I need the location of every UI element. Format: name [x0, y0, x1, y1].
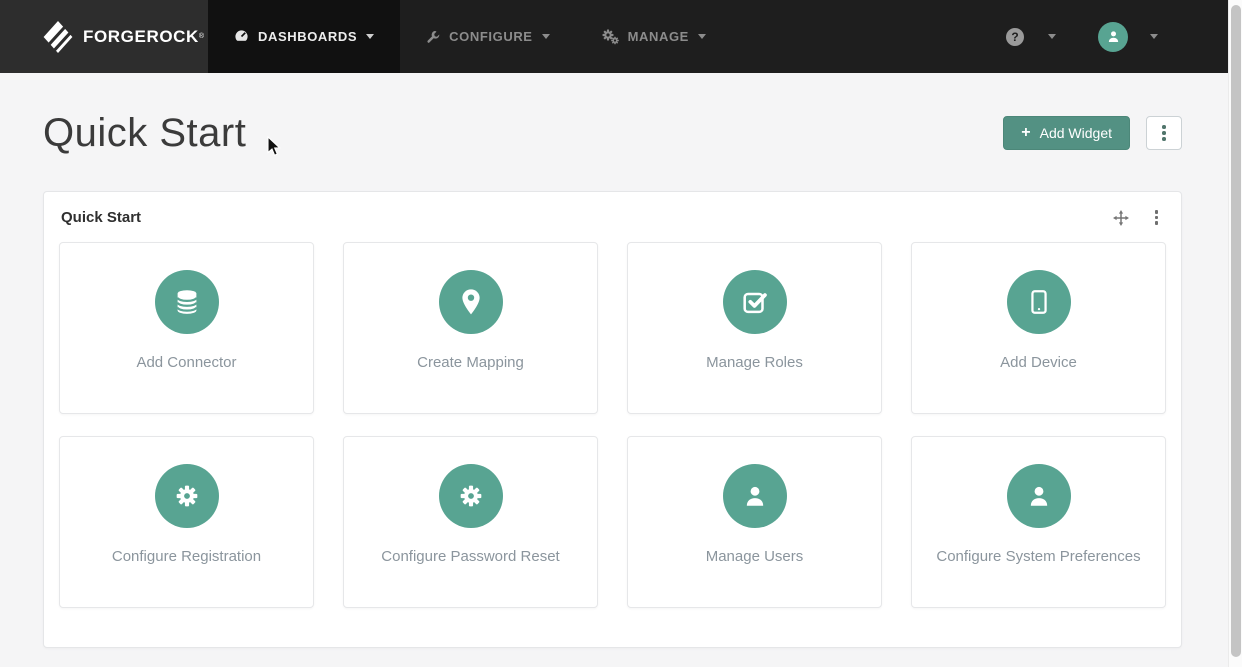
navbar-spacer: [732, 0, 1006, 73]
tile-label: Configure Registration: [112, 548, 261, 565]
tile-icon-circle: [723, 270, 787, 334]
wrench-icon: [426, 30, 440, 44]
widget-title: Quick Start: [61, 209, 141, 226]
check-square-icon: [740, 287, 770, 317]
tile-label: Manage Roles: [706, 354, 803, 371]
top-navbar: FORGEROCK ® DASHBOARDS CONFIGURE MANAGE: [0, 0, 1228, 73]
tile-add-device[interactable]: Add Device: [911, 242, 1166, 414]
chevron-down-icon: [542, 34, 550, 39]
quick-start-widget: Quick Start: [43, 191, 1182, 648]
add-widget-button[interactable]: + Add Widget: [1003, 116, 1130, 150]
arrows-move-icon: [1113, 210, 1129, 226]
tile-label: Configure Password Reset: [381, 548, 559, 565]
map-marker-icon: [456, 287, 486, 317]
tile-label: Manage Users: [706, 548, 804, 565]
forgerock-logo[interactable]: FORGEROCK ®: [0, 0, 208, 73]
nav-label: DASHBOARDS: [258, 29, 357, 44]
tile-label: Configure System Preferences: [936, 548, 1140, 565]
tile-icon-circle: [1007, 464, 1071, 528]
tile-icon-circle: [155, 464, 219, 528]
brand-name: FORGEROCK: [83, 27, 199, 47]
widget-header: Quick Start: [59, 192, 1166, 242]
cogs-icon: [602, 29, 619, 45]
brand-trademark: ®: [199, 32, 204, 42]
question-circle-icon[interactable]: ?: [1006, 28, 1024, 46]
user-menu[interactable]: [1098, 22, 1158, 52]
tablet-icon: [1024, 287, 1054, 317]
forgerock-logo-icon: [42, 20, 74, 54]
tile-configure-system-preferences[interactable]: Configure System Preferences: [911, 436, 1166, 608]
chevron-down-icon: [366, 34, 374, 39]
move-widget-handle[interactable]: [1113, 210, 1129, 226]
tile-manage-users[interactable]: Manage Users: [627, 436, 882, 608]
plus-icon: +: [1021, 125, 1030, 141]
tile-create-mapping[interactable]: Create Mapping: [343, 242, 598, 414]
chevron-down-icon: [698, 34, 706, 39]
gear-icon: [172, 481, 202, 511]
tachometer-icon: [234, 29, 249, 44]
kebab-icon: [1155, 210, 1158, 213]
help-menu[interactable]: ?: [1006, 28, 1056, 46]
tile-configure-password-reset[interactable]: Configure Password Reset: [343, 436, 598, 608]
quick-start-grid: Add Connector Create Mapping: [59, 242, 1166, 608]
tile-label: Create Mapping: [417, 354, 524, 371]
gear-icon: [456, 481, 486, 511]
database-icon: [172, 287, 202, 317]
tile-icon-circle: [723, 464, 787, 528]
nav-item-dashboards[interactable]: DASHBOARDS: [208, 0, 400, 73]
tile-add-connector[interactable]: Add Connector: [59, 242, 314, 414]
user-icon: [740, 481, 770, 511]
user-icon: [1105, 28, 1122, 45]
nav-item-manage[interactable]: MANAGE: [576, 0, 732, 73]
chevron-down-icon: [1150, 34, 1158, 39]
scrollbar: [1228, 0, 1242, 667]
tile-label: Add Connector: [136, 354, 236, 371]
tile-label: Add Device: [1000, 354, 1077, 371]
nav-item-configure[interactable]: CONFIGURE: [400, 0, 575, 73]
avatar[interactable]: [1098, 22, 1128, 52]
main-content: Quick Start + Add Widget Quick Start: [43, 73, 1182, 648]
nav-label: CONFIGURE: [449, 29, 532, 44]
user-icon: [1024, 481, 1054, 511]
tile-configure-registration[interactable]: Configure Registration: [59, 436, 314, 608]
tile-icon-circle: [439, 464, 503, 528]
tile-icon-circle: [439, 270, 503, 334]
tile-icon-circle: [155, 270, 219, 334]
tile-icon-circle: [1007, 270, 1071, 334]
kebab-icon: [1162, 125, 1166, 129]
page-title: Quick Start: [43, 111, 246, 156]
add-widget-label: Add Widget: [1040, 125, 1112, 141]
page-options-button[interactable]: [1146, 116, 1182, 150]
chevron-down-icon: [1048, 34, 1056, 39]
page-header: Quick Start + Add Widget: [43, 105, 1182, 161]
scrollbar-thumb[interactable]: [1231, 5, 1241, 657]
tile-manage-roles[interactable]: Manage Roles: [627, 242, 882, 414]
nav-label: MANAGE: [628, 29, 689, 44]
widget-options-button[interactable]: [1155, 210, 1158, 225]
